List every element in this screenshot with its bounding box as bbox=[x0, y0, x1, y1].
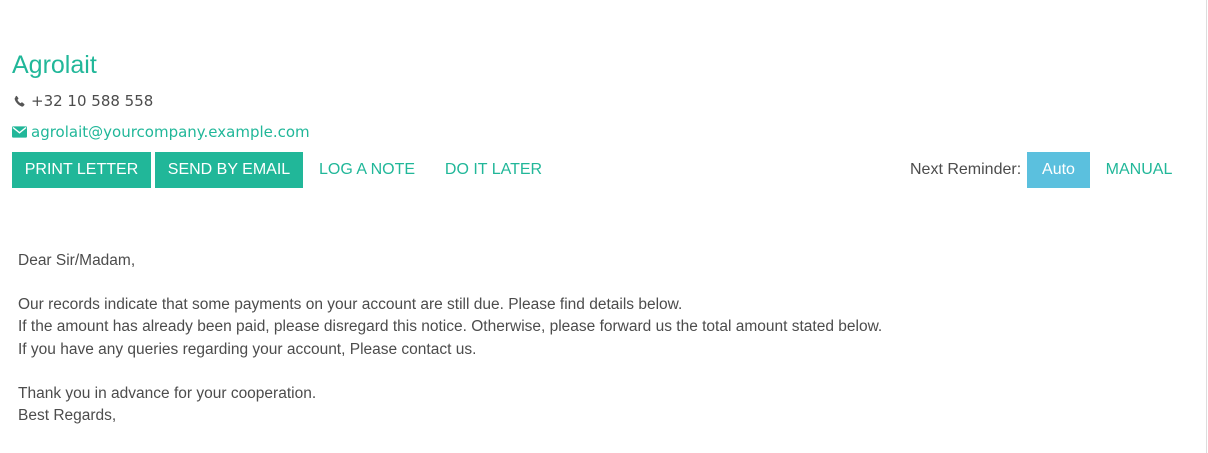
envelope-icon bbox=[12, 125, 27, 139]
phone-icon bbox=[12, 94, 27, 108]
email-line: agrolait@yourcompany.example.com bbox=[12, 122, 310, 142]
email-link[interactable]: agrolait@yourcompany.example.com bbox=[31, 122, 310, 142]
letter-signoff: Best Regards, bbox=[18, 406, 117, 424]
panel-right-border bbox=[1206, 0, 1207, 453]
letter-body-line: Our records indicate that some payments … bbox=[18, 295, 683, 313]
log-a-note-button[interactable]: LOG A NOTE bbox=[313, 152, 421, 188]
auto-reminder-button[interactable]: Auto bbox=[1027, 152, 1090, 188]
print-letter-button[interactable]: PRINT LETTER bbox=[12, 152, 151, 188]
phone-number: +32 10 588 558 bbox=[31, 92, 154, 110]
letter-closing-line: Thank you in advance for your cooperatio… bbox=[18, 384, 317, 402]
partner-name[interactable]: Agrolait bbox=[12, 50, 97, 80]
letter-body-line: If the amount has already been paid, ple… bbox=[18, 318, 883, 336]
followup-letter: Dear Sir/Madam, Our records indicate tha… bbox=[18, 250, 882, 427]
do-it-later-button[interactable]: DO IT LATER bbox=[437, 152, 550, 188]
manual-reminder-button[interactable]: MANUAL bbox=[1096, 152, 1182, 188]
phone-line: +32 10 588 558 bbox=[12, 91, 153, 111]
letter-body-line: If you have any queries regarding your a… bbox=[18, 340, 477, 358]
letter-greeting: Dear Sir/Madam, bbox=[18, 252, 136, 269]
next-reminder-label: Next Reminder: bbox=[910, 161, 1022, 178]
send-by-email-button[interactable]: SEND BY EMAIL bbox=[155, 152, 303, 188]
